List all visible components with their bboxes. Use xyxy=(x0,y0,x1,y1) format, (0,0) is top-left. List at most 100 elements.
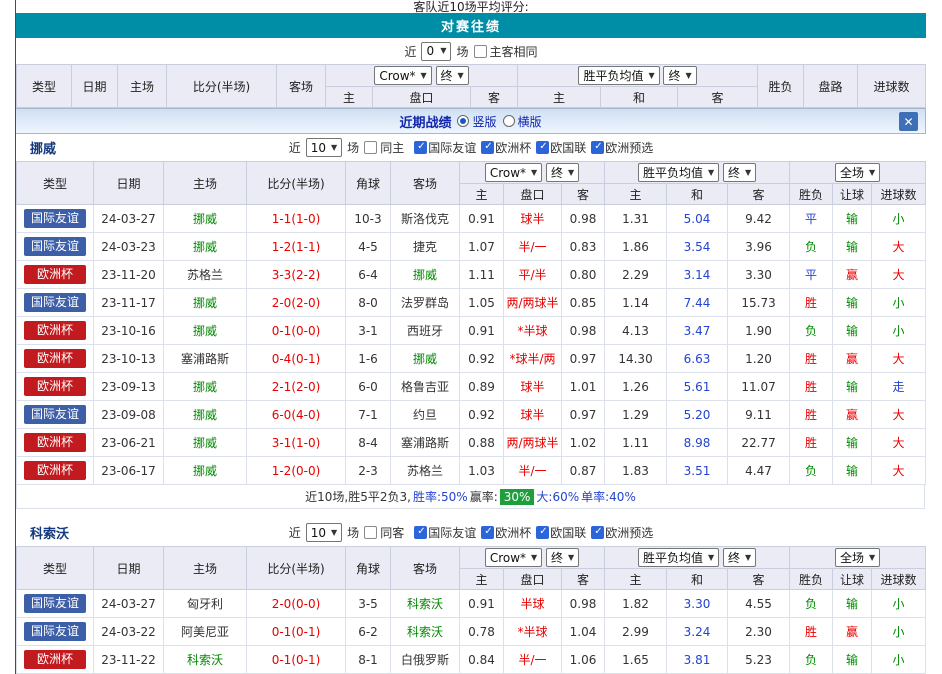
filter-controls: 近 10▼ 场 同主 国际友谊欧洲杯欧国联欧洲预选 xyxy=(289,138,654,157)
halftime-score: (0-0) xyxy=(291,324,320,338)
cell-ah-away-odds: 0.87 xyxy=(562,457,605,485)
league-filter-checkbox[interactable]: 国际友谊 xyxy=(414,139,476,156)
cell-eu-home-odds: 1.11 xyxy=(605,429,667,457)
cell-type: 国际友谊 xyxy=(17,618,94,646)
select-value: 10 xyxy=(311,526,326,540)
col-eu-away: 客 xyxy=(728,184,790,205)
cell-home-team: 挪威 xyxy=(164,429,247,457)
europe-final-select[interactable]: 终▼ xyxy=(723,163,756,182)
cell-eu-home-odds: 1.86 xyxy=(605,233,667,261)
odds-final-select[interactable]: 终▼ xyxy=(436,66,469,85)
cell-eu-away-odds: 22.77 xyxy=(728,429,790,457)
halftime-score: (1-0) xyxy=(291,436,320,450)
cell-ah-home-odds: 0.89 xyxy=(460,373,504,401)
cell-corner: 10-3 xyxy=(346,205,391,233)
league-filter-checkbox[interactable]: 欧洲杯 xyxy=(481,139,531,156)
fulltime-score: 3-3 xyxy=(272,268,292,282)
match-type-badge: 欧洲杯 xyxy=(24,650,86,669)
league-filter-checkbox[interactable]: 欧洲预选 xyxy=(591,524,653,541)
cell-ah-home-odds: 0.84 xyxy=(460,646,504,674)
cell-ah-away-odds: 0.83 xyxy=(562,233,605,261)
match-count-select[interactable]: 10▼ xyxy=(306,523,342,542)
cell-goals: 大 xyxy=(872,233,926,261)
h2h-count-select[interactable]: 0▼ xyxy=(421,42,451,61)
odds-source-select[interactable]: Crow*▼ xyxy=(374,66,431,85)
odds-source-select[interactable]: Crow*▼ xyxy=(485,163,542,182)
odds-final-select[interactable]: 终▼ xyxy=(546,163,579,182)
europe-odds-select[interactable]: 胜平负均值▼ xyxy=(638,163,719,182)
col-eu-draw: 和 xyxy=(667,569,728,590)
league-filter-checkbox[interactable]: 国际友谊 xyxy=(414,524,476,541)
odds-source-select[interactable]: Crow*▼ xyxy=(485,548,542,567)
checkbox-label: 同客 xyxy=(380,524,404,541)
halftime-score: (4-0) xyxy=(291,408,320,422)
cell-corner: 4-5 xyxy=(346,233,391,261)
summary-segment: 30% xyxy=(500,489,535,505)
cell-eu-away-odds: 9.11 xyxy=(728,401,790,429)
cell-goals: 小 xyxy=(872,205,926,233)
same-venue-checkbox[interactable]: 同客 xyxy=(364,524,404,541)
cell-ah-away-odds: 1.04 xyxy=(562,618,605,646)
cell-type: 国际友谊 xyxy=(17,590,94,618)
col-home: 主场 xyxy=(118,65,167,108)
cell-home-team: 挪威 xyxy=(164,289,247,317)
cell-home-team: 匈牙利 xyxy=(164,590,247,618)
cell-away-team: 白俄罗斯 xyxy=(391,646,460,674)
select-value: 10 xyxy=(311,141,326,155)
fulltime-score: 2-1 xyxy=(272,380,292,394)
odds-final-select[interactable]: 终▼ xyxy=(546,548,579,567)
scope-select[interactable]: 全场▼ xyxy=(835,548,880,567)
cell-ah-away-odds: 1.01 xyxy=(562,373,605,401)
cell-date: 23-10-13 xyxy=(94,345,164,373)
match-count-select[interactable]: 10 ▼ xyxy=(306,138,342,157)
close-icon[interactable]: ✕ xyxy=(899,112,918,131)
cell-corner: 6-4 xyxy=(346,261,391,289)
cell-goals: 走 xyxy=(872,373,926,401)
europe-odds-select[interactable]: 胜平负均值▼ xyxy=(578,66,659,85)
cell-goals: 大 xyxy=(872,261,926,289)
chevron-down-icon: ▼ xyxy=(745,554,751,562)
vertical-layout-radio[interactable]: 竖版 xyxy=(457,113,496,130)
horizontal-layout-radio[interactable]: 横版 xyxy=(503,113,542,130)
cell-score: 2-1(2-0) xyxy=(247,373,346,401)
chevron-down-icon: ▼ xyxy=(331,144,337,152)
cell-eu-draw-odds: 6.63 xyxy=(667,345,728,373)
team-name: 科索沃 xyxy=(30,523,69,542)
cell-letball: 赢 xyxy=(833,261,872,289)
cell-letball: 赢 xyxy=(833,345,872,373)
radio-icon xyxy=(503,115,515,127)
cell-winloss: 胜 xyxy=(790,373,833,401)
radio-label: 横版 xyxy=(518,113,542,130)
scope-select[interactable]: 全场▼ xyxy=(835,163,880,182)
europe-final-select[interactable]: 终▼ xyxy=(663,66,696,85)
checkbox-label: 欧洲预选 xyxy=(605,524,653,541)
europe-final-select[interactable]: 终▼ xyxy=(723,548,756,567)
summary-segment: 大:60% xyxy=(536,488,579,505)
cell-letball: 输 xyxy=(833,429,872,457)
cell-away-team: 斯洛伐克 xyxy=(391,205,460,233)
europe-odds-select[interactable]: 胜平负均值▼ xyxy=(638,548,719,567)
chevron-down-icon: ▼ xyxy=(568,554,574,562)
league-filter-checkbox[interactable]: 欧国联 xyxy=(536,139,586,156)
league-filter-checkbox[interactable]: 欧洲杯 xyxy=(481,524,531,541)
cell-away-team: 西班牙 xyxy=(391,317,460,345)
cell-away-team: 塞浦路斯 xyxy=(391,429,460,457)
select-value: Crow* xyxy=(490,551,526,565)
league-filter-checkbox[interactable]: 欧洲预选 xyxy=(591,139,653,156)
league-filter-checkbox[interactable]: 欧国联 xyxy=(536,524,586,541)
h2h-controls: 近 0▼ 场 主客相同 xyxy=(16,38,926,64)
cell-goals: 大 xyxy=(872,345,926,373)
cell-eu-home-odds: 2.99 xyxy=(605,618,667,646)
cell-eu-home-odds: 14.30 xyxy=(605,345,667,373)
same-venue-checkbox[interactable]: 同主 xyxy=(364,139,404,156)
match-type-badge: 国际友谊 xyxy=(24,622,86,641)
cell-winloss: 负 xyxy=(790,646,833,674)
cell-ah-home-odds: 1.11 xyxy=(460,261,504,289)
col-type: 类型 xyxy=(17,162,94,205)
cell-eu-home-odds: 1.82 xyxy=(605,590,667,618)
same-home-away-checkbox[interactable]: 主客相同 xyxy=(474,43,538,60)
cell-eu-draw-odds: 3.30 xyxy=(667,590,728,618)
team-recent-section: 科索沃 近 10▼ 场 同客 国际友谊欧洲杯欧国联欧洲预选 xyxy=(16,519,926,674)
cell-score: 3-3(2-2) xyxy=(247,261,346,289)
cell-eu-draw-odds: 3.14 xyxy=(667,261,728,289)
